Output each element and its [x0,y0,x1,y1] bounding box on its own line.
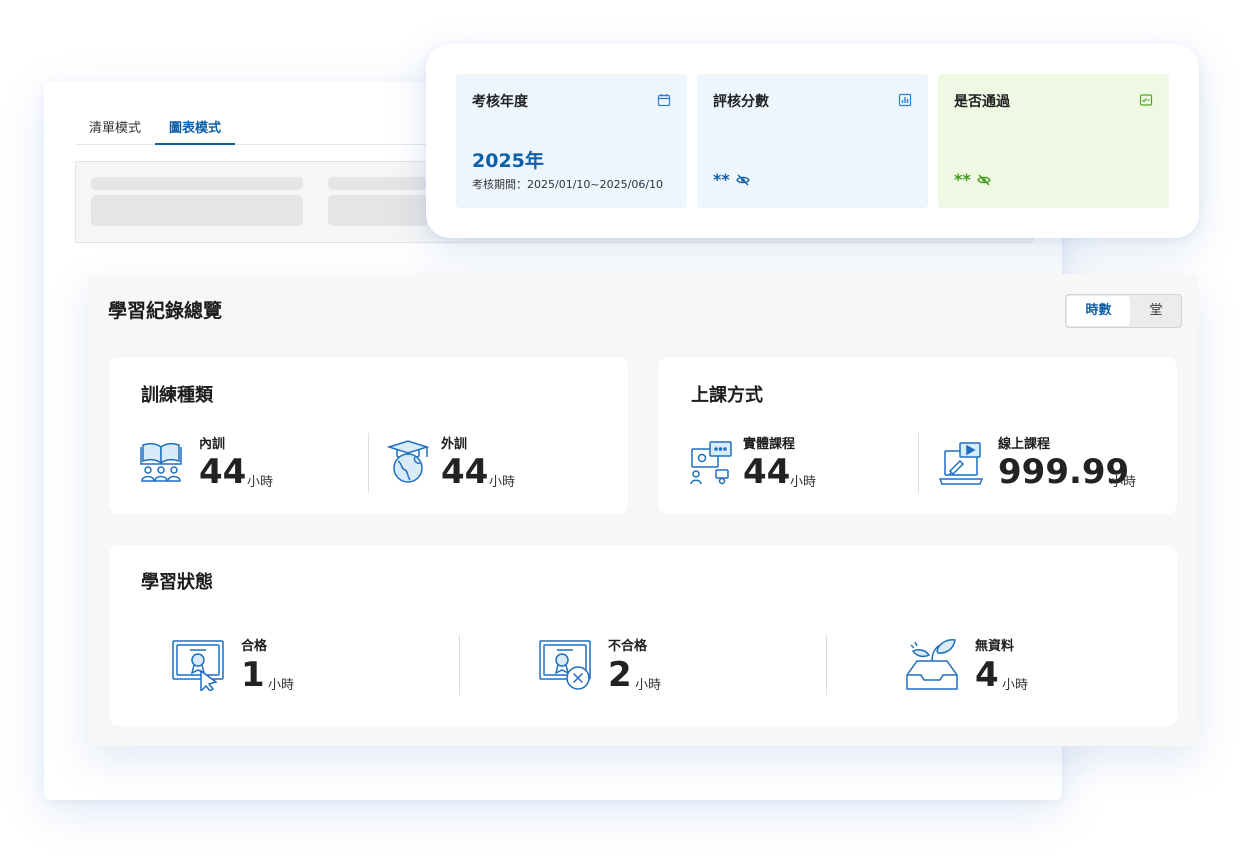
internal-label: 內訓 [199,437,226,452]
online-unit: 小時 [1110,475,1137,490]
review-score-title: 評核分數 [713,94,769,110]
review-summary-card: 考核年度 2025年 考核期間：2025/01/10~2025/06/10 評核… [426,44,1199,238]
review-score-masked: ** [713,170,750,189]
divider [826,635,827,695]
physical-label: 實體課程 [743,437,796,452]
review-score-tile: 評核分數 ** [697,74,928,208]
skeleton-line [328,177,428,190]
training-type-title: 訓練種類 [141,385,213,406]
certificate-fail-icon [539,640,591,690]
toggle-sessions-button[interactable]: 堂 [1130,295,1181,327]
nodata-value: 4 [975,655,999,695]
skeleton-block [91,195,303,226]
checklist-icon [1139,94,1153,106]
external-value: 44 [441,452,489,492]
tab-list-mode[interactable]: 清單模式 [76,115,154,145]
learning-status-title: 學習狀態 [141,572,213,593]
bar-chart-icon [898,93,912,107]
eye-hidden-icon[interactable] [976,174,991,186]
external-unit: 小時 [489,475,516,490]
review-year-tile: 考核年度 2025年 考核期間：2025/01/10~2025/06/10 [456,74,687,208]
pass-value: 1 [241,655,265,695]
pass-label: 合格 [241,639,268,654]
panel-title: 學習紀錄總覽 [108,300,223,322]
fail-value: 2 [608,655,632,695]
physical-class-chat-icon [690,441,732,485]
review-pass-value: ** [954,170,971,189]
review-pass-title: 是否通過 [954,94,1010,110]
internal-value: 44 [199,452,247,492]
empty-tray-sprout-icon [906,639,958,690]
physical-value: 44 [743,452,791,492]
review-score-value: ** [713,170,730,189]
review-year-value: 2025年 [472,150,544,172]
nodata-unit: 小時 [1002,678,1029,693]
external-label: 外訓 [441,437,468,452]
divider [459,635,460,695]
pass-unit: 小時 [268,678,295,693]
calendar-icon [657,94,671,107]
review-year-title: 考核年度 [472,94,528,110]
unit-toggle: 時數 堂 [1065,294,1182,328]
review-period: 考核期間：2025/01/10~2025/06/10 [472,178,664,191]
divider [368,433,369,493]
eye-hidden-icon[interactable] [735,174,750,186]
review-pass-masked: ** [954,170,991,189]
internal-unit: 小時 [247,475,274,490]
class-method-title: 上課方式 [691,385,763,406]
physical-unit: 小時 [790,475,817,490]
fail-label: 不合格 [608,639,648,654]
online-label: 線上課程 [998,437,1051,452]
skeleton-line [91,177,303,190]
tab-chart-mode[interactable]: 圖表模式 [155,115,235,145]
nodata-label: 無資料 [975,639,1015,654]
fail-unit: 小時 [635,678,662,693]
skeleton-block [328,195,428,226]
learning-status-card: 學習狀態 合格 1 小時 不合格 2 小時 無資料 4 小時 [109,545,1177,726]
certificate-pass-icon [172,640,224,691]
online-course-laptop-icon [938,442,984,485]
toggle-hours-button[interactable]: 時數 [1067,296,1130,326]
training-type-card: 訓練種類 內訓 44 小時 外訓 44 小時 [109,357,628,514]
class-method-card: 上課方式 實體課程 44 小時 線上課程 999.99 小時 [658,357,1177,514]
divider [918,433,919,493]
classroom-book-icon [140,442,182,482]
globe-graduation-icon [387,440,430,483]
review-pass-tile: 是否通過 ** [938,74,1169,208]
